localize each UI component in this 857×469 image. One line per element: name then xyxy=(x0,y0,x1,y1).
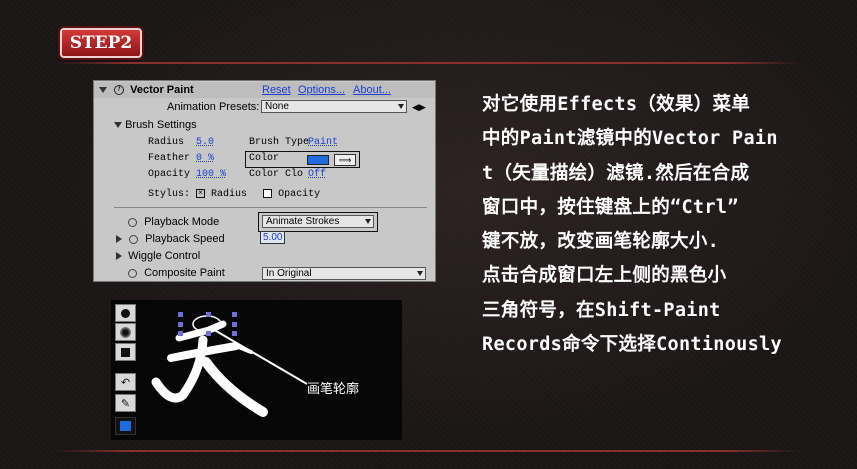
effect-header: f Vector Paint Reset Options... About... xyxy=(94,82,435,98)
stylus-radius-label: Radius xyxy=(211,189,248,200)
chevron-down-icon xyxy=(365,219,371,224)
playback-speed-label: Playback Speed xyxy=(145,233,225,245)
bottom-divider xyxy=(55,450,800,452)
feather-label: Feather xyxy=(148,153,191,164)
expand-triangle-icon[interactable] xyxy=(116,235,122,244)
composite-paint-dropdown[interactable]: In Original xyxy=(262,267,426,280)
playback-speed-value[interactable]: 5.00 xyxy=(260,231,286,244)
step-badge: STEP2 xyxy=(60,28,142,58)
brush-settings-label: Brush Settings xyxy=(125,119,197,131)
top-divider xyxy=(55,62,800,64)
effect-name: Vector Paint xyxy=(130,84,194,96)
instruction-line: 窗口中，按住键盘上的“Ctrl” xyxy=(482,196,739,218)
effect-controls-panel: f Vector Paint Reset Options... About...… xyxy=(93,80,436,282)
instruction-line: 对它使用Effects（效果）菜单 xyxy=(482,94,751,115)
separator xyxy=(114,207,427,208)
paint-stroke xyxy=(151,335,208,403)
brush-type-label: Brush Type xyxy=(249,137,310,148)
brush-outline-caption: 画笔轮廓 xyxy=(307,382,360,397)
radius-label: Radius xyxy=(148,137,185,148)
instruction-line: 点击合成窗口左上侧的黑色小 xyxy=(482,265,727,287)
instruction-line: 中的Paint滤镜中的Vector Pain xyxy=(482,128,778,150)
collapse-triangle-icon[interactable] xyxy=(99,87,107,94)
opacity-value[interactable]: 100 % xyxy=(196,167,226,183)
playback-mode-dropdown[interactable]: Animate Strokes xyxy=(262,215,374,228)
stylus-row: Stylus: × Radius Opacity xyxy=(148,187,320,203)
instruction-line: 键不放，改变画笔轮廓大小. xyxy=(482,231,720,253)
callout-line xyxy=(210,327,308,385)
chevron-down-icon xyxy=(417,271,423,276)
playback-mode-label: Playback Mode xyxy=(144,216,220,228)
opacity-label: Opacity xyxy=(148,169,191,180)
presets-value: None xyxy=(265,101,289,112)
composition-canvas[interactable]: ↶ ✎ 画笔轮廓 xyxy=(111,300,402,440)
eyedropper-arrow-icon[interactable]: ⟹ xyxy=(334,154,356,166)
composite-paint-value: In Original xyxy=(266,268,312,279)
composite-paint-row: Composite Paint xyxy=(128,265,225,281)
paint-stroke xyxy=(201,357,268,417)
color-swatch[interactable] xyxy=(307,155,329,165)
stopwatch-icon[interactable] xyxy=(128,268,137,278)
options-link[interactable]: Options... xyxy=(298,82,345,98)
playback-mode-value: Animate Strokes xyxy=(266,216,340,227)
wiggle-control-label: Wiggle Control xyxy=(128,250,201,262)
about-link[interactable]: About... xyxy=(353,82,391,98)
color-clone-label: Color Clo xyxy=(249,169,304,180)
feather-value[interactable]: 0 % xyxy=(196,151,214,167)
stylus-label: Stylus: xyxy=(148,189,191,200)
expand-triangle-icon xyxy=(116,252,122,261)
instruction-text: 对它使用Effects（效果）菜单 中的Paint滤镜中的Vector Pain… xyxy=(482,88,842,362)
playback-speed-row: Playback Speed xyxy=(116,231,225,247)
paint-stroke-drawing xyxy=(151,312,308,417)
composite-paint-label: Composite Paint xyxy=(144,267,225,279)
chevron-down-icon xyxy=(398,104,404,109)
stylus-opacity-label: Opacity xyxy=(278,189,321,200)
presets-dropdown[interactable]: None xyxy=(261,100,407,113)
instruction-line: Records命令下选择Continously xyxy=(482,334,782,356)
color-label: Color xyxy=(249,153,280,164)
fx-toggle-icon[interactable]: f xyxy=(114,85,125,96)
wiggle-control-group[interactable]: Wiggle Control xyxy=(116,248,200,264)
radius-value[interactable]: 5.0 xyxy=(196,135,214,151)
preset-nav-arrows-icon[interactable]: ◀▶ xyxy=(412,102,426,113)
reset-link[interactable]: Reset xyxy=(262,82,291,98)
playback-mode-row: Playback Mode xyxy=(128,214,219,230)
color-clone-value[interactable]: Off xyxy=(308,167,326,183)
presets-label: Animation Presets: xyxy=(167,101,260,113)
instruction-line: t（矢量描绘）滤镜.然后在合成 xyxy=(482,162,750,184)
instruction-line: 三角符号，在Shift-Paint xyxy=(482,299,721,321)
stylus-radius-checkbox[interactable]: × xyxy=(196,188,206,198)
stopwatch-icon[interactable] xyxy=(128,217,137,227)
collapse-triangle-icon xyxy=(114,122,122,129)
stopwatch-icon[interactable] xyxy=(129,234,139,244)
stylus-opacity-checkbox[interactable] xyxy=(263,188,273,198)
brush-type-value[interactable]: Paint xyxy=(308,135,338,151)
brush-settings-group[interactable]: Brush Settings xyxy=(114,117,197,133)
